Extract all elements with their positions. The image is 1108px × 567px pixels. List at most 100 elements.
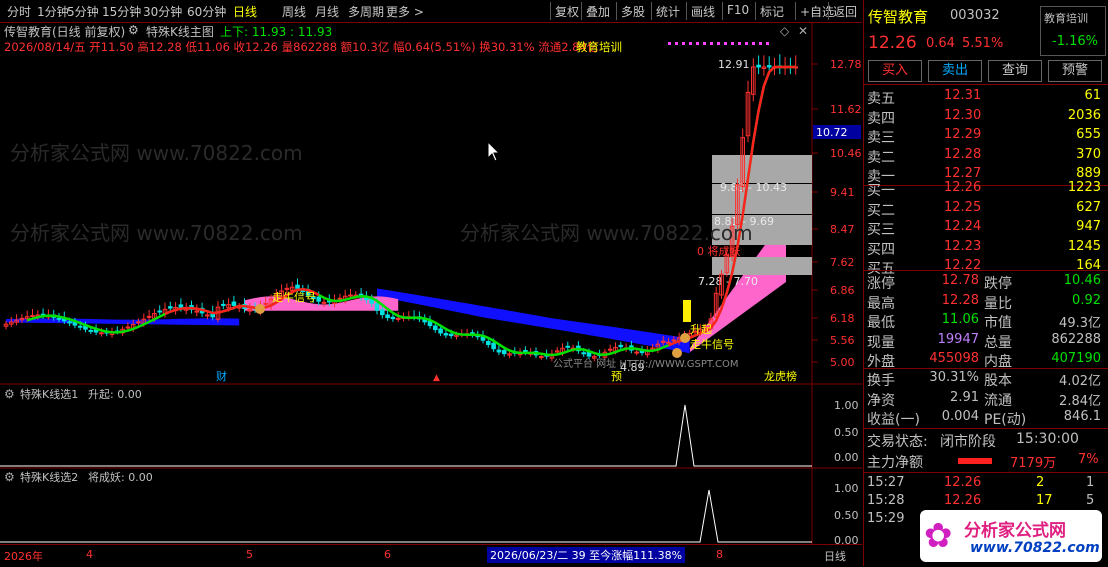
forecast-marker[interactable]: 预 bbox=[611, 370, 622, 383]
close-icon[interactable]: ✕ bbox=[798, 24, 808, 38]
logo-url: www.70822.com bbox=[970, 540, 1100, 556]
candle-body bbox=[30, 315, 35, 318]
crosshair-date: 2026/06/23/二 39 至今涨幅111.38% bbox=[487, 547, 686, 563]
settings-icon[interactable]: ⚙ bbox=[4, 470, 15, 484]
dragon-tiger-marker[interactable]: 龙虎榜 bbox=[764, 369, 797, 383]
stat-label: 量比 bbox=[984, 295, 1012, 312]
candle-body bbox=[666, 341, 671, 344]
dotted-level bbox=[689, 42, 692, 45]
period-tab-0[interactable]: 分时 bbox=[7, 3, 31, 20]
candle-body bbox=[671, 339, 677, 342]
dotted-level bbox=[710, 42, 713, 45]
tick-count: 1 bbox=[1086, 475, 1095, 490]
candle-body bbox=[385, 314, 390, 319]
candle-body bbox=[205, 314, 210, 317]
query-button[interactable]: 查询 bbox=[988, 60, 1042, 82]
stat-value: 19947 bbox=[937, 331, 979, 347]
sell-button[interactable]: 卖出 bbox=[928, 60, 982, 82]
money-bag-icon bbox=[672, 348, 682, 358]
trade-status-label: 交易状态: bbox=[867, 434, 928, 450]
stat-value: 0.004 bbox=[941, 409, 979, 424]
sub2-y-label: 0.50 bbox=[834, 509, 859, 522]
candle-body bbox=[146, 315, 152, 318]
ask-price: 12.27 bbox=[944, 166, 982, 181]
sub2-y-label: 1.00 bbox=[834, 482, 859, 495]
buy-button[interactable]: 买入 bbox=[868, 60, 922, 82]
y-tick-label: 7.62 bbox=[830, 256, 855, 269]
period-label[interactable]: 日线 bbox=[824, 548, 846, 564]
toolbar-btn-2[interactable]: 多股 bbox=[621, 3, 645, 20]
period-tab-5[interactable]: 60分钟 bbox=[187, 3, 226, 20]
period-tab-7[interactable]: 周线 bbox=[282, 3, 306, 20]
candle-body bbox=[125, 326, 131, 329]
period-tab-3[interactable]: 15分钟 bbox=[102, 3, 141, 20]
toolbar-separator bbox=[755, 2, 756, 20]
industry-tag: 教育培训 bbox=[576, 40, 622, 54]
bid-price: 12.25 bbox=[944, 199, 982, 215]
indicator-title[interactable]: 特殊K线主图 bbox=[146, 23, 214, 40]
ask-volume: 2036 bbox=[1067, 107, 1101, 123]
alert-button[interactable]: 预警 bbox=[1048, 60, 1102, 82]
sub1-title[interactable]: 特殊K线选1 bbox=[20, 387, 78, 401]
money-bag-icon bbox=[680, 333, 690, 343]
toolbar-btn-0[interactable]: 复权 bbox=[555, 3, 579, 20]
ask-level-label: 卖二 bbox=[867, 149, 895, 166]
period-tab-2[interactable]: 5分钟 bbox=[67, 3, 99, 20]
period-tab-8[interactable]: 月线 bbox=[315, 3, 339, 20]
bid-volume: 1245 bbox=[1067, 238, 1101, 254]
toolbar-btn-3[interactable]: 统计 bbox=[656, 3, 680, 20]
current-price-label: 10.72 bbox=[816, 126, 848, 139]
candle-body bbox=[486, 340, 491, 346]
ask-price: 12.31 bbox=[944, 88, 982, 103]
price-change: 0.64 bbox=[926, 36, 955, 51]
stat-value: 846.1 bbox=[1063, 409, 1101, 424]
collapse-diamond-icon[interactable]: ◇ bbox=[780, 24, 789, 38]
period-tab-10[interactable]: 更多 > bbox=[386, 3, 424, 20]
panel-divider bbox=[864, 472, 1108, 473]
candle-body bbox=[168, 306, 173, 309]
panel-divider bbox=[864, 368, 1108, 369]
stat-label: 市值 bbox=[984, 315, 1012, 331]
candle-body bbox=[284, 287, 290, 290]
stat-value: 455098 bbox=[929, 351, 979, 366]
toolbar-btn-8[interactable]: 返回 bbox=[833, 3, 857, 20]
settings-icon[interactable]: ⚙ bbox=[4, 387, 15, 401]
toolbar-btn-1[interactable]: 叠加 bbox=[586, 3, 610, 20]
watermark: 分析家公式网 www.70822.com bbox=[10, 221, 303, 245]
trend-band-blue-early bbox=[6, 318, 240, 326]
period-tab-9[interactable]: 多周期 bbox=[348, 3, 384, 20]
rise-signal-label-early: 走牛信号 bbox=[272, 290, 316, 304]
sub2-title[interactable]: 特殊K线选2 bbox=[20, 470, 78, 484]
finance-marker[interactable]: 财 bbox=[216, 369, 227, 383]
candle-body bbox=[56, 317, 62, 320]
candle-body bbox=[157, 310, 162, 313]
signal-bar bbox=[683, 300, 691, 322]
toolbar-btn-5[interactable]: F10 bbox=[727, 3, 749, 17]
toolbar-btn-4[interactable]: 画线 bbox=[691, 3, 715, 20]
candle-body bbox=[443, 333, 449, 336]
toolbar-btn-6[interactable]: 标记 bbox=[760, 3, 784, 20]
watermark: 分析家公式网 www.70822.com bbox=[460, 221, 753, 245]
dotted-level bbox=[766, 42, 769, 45]
updown-label: 上下: 11.93 : 11.93 bbox=[220, 25, 333, 39]
quote-panel: 传智教育 003032 教育培训 -1.16% 12.26 0.64 5.51% 买入 卖出 查询… bbox=[863, 0, 1108, 566]
dotted-level bbox=[738, 42, 741, 45]
y-tick-label: 11.62 bbox=[830, 103, 862, 116]
candle-body bbox=[607, 348, 613, 351]
period-tab-4[interactable]: 30分钟 bbox=[143, 3, 182, 20]
candle-body bbox=[539, 356, 544, 359]
period-tab-6[interactable]: 日线 bbox=[233, 3, 257, 20]
watermark-cn: 公式平台 网址 HTTP://WWW.GSPT.COM bbox=[553, 357, 738, 370]
main-flow-value: 7179万 bbox=[1010, 456, 1057, 471]
y-tick-label: 6.18 bbox=[830, 312, 855, 325]
settings-icon[interactable]: ⚙ bbox=[128, 23, 139, 37]
kline-chart-svg[interactable]: 12.78 11.62 10.46 9.41 8.47 7.62 6.86 6.18 5.56 5… bbox=[0, 22, 862, 566]
period-tab-1[interactable]: 1分钟 bbox=[37, 3, 69, 20]
toolbar-separator bbox=[651, 2, 652, 20]
toolbar-separator bbox=[616, 2, 617, 20]
toolbar-separator bbox=[550, 2, 551, 20]
stat-value: 4.02亿 bbox=[1059, 374, 1101, 389]
stat-label: 跌停 bbox=[984, 276, 1012, 292]
candle-body bbox=[501, 349, 507, 355]
chart-area[interactable]: 12.78 11.62 10.46 9.41 8.47 7.62 6.86 6.18 5.56 5… bbox=[0, 22, 862, 566]
